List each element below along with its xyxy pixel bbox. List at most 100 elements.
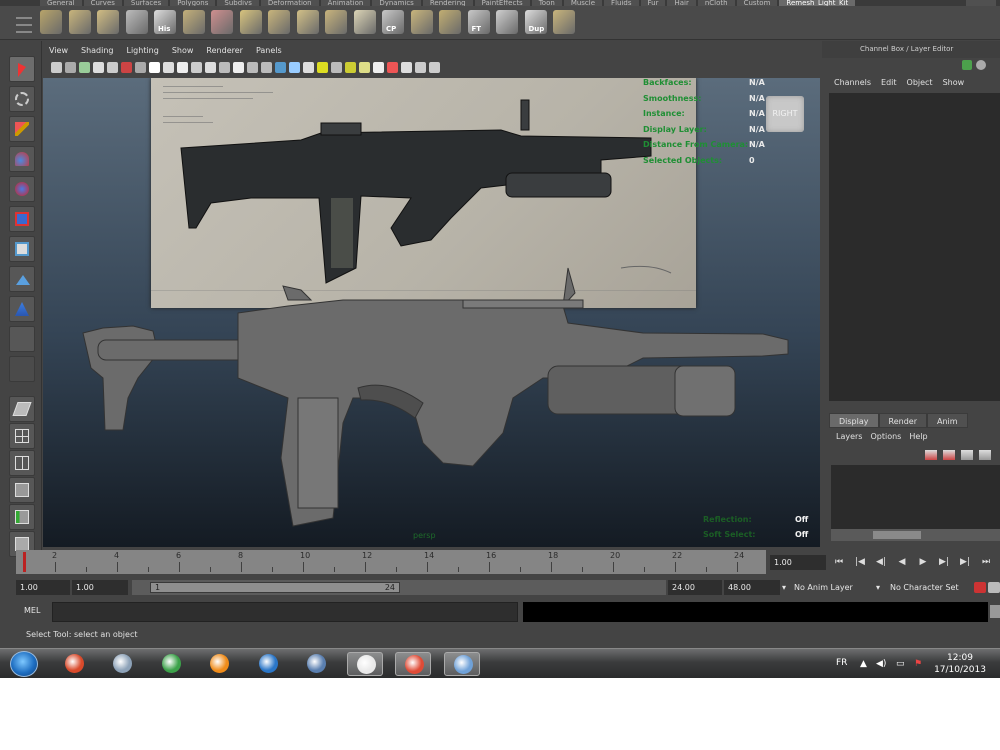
channel-menu-edit[interactable]: Edit (881, 76, 897, 90)
universal-manipulator-icon[interactable] (9, 236, 35, 262)
viewport-menu-panels[interactable]: Panels (256, 44, 282, 58)
auto-key-icon[interactable] (974, 582, 986, 593)
viewport-toolbar-icon[interactable] (191, 62, 202, 73)
viewport-toolbar-icon[interactable] (93, 62, 104, 73)
tab-render[interactable]: Render (878, 413, 927, 428)
scroll-thumb[interactable] (873, 531, 921, 539)
viewport-toolbar-icon[interactable] (135, 62, 146, 73)
viewport-menu-shading[interactable]: Shading (81, 44, 114, 58)
uv-icon[interactable] (353, 10, 376, 34)
viewport-menu-view[interactable]: View (49, 44, 68, 58)
channel-box-body[interactable] (829, 93, 1000, 401)
new-layer-icon[interactable] (925, 450, 937, 460)
channel-menu-channels[interactable]: Channels (834, 76, 871, 90)
persp-graph-layout-icon[interactable] (9, 477, 35, 503)
viewport-toolbar-icon[interactable] (331, 62, 342, 73)
layer-menu-layers[interactable]: Layers (836, 430, 862, 444)
duplicate-icon[interactable]: Dup (524, 10, 547, 34)
viewport-toolbar-icon[interactable] (317, 62, 328, 73)
move-layer-down-icon[interactable] (979, 450, 991, 460)
script-editor-icon[interactable] (990, 605, 1000, 618)
move-layer-up-icon[interactable] (961, 450, 973, 460)
network-icon[interactable]: ▭ (896, 659, 905, 669)
cube-icon[interactable] (296, 10, 319, 34)
channel-box-tools[interactable] (958, 60, 996, 72)
range-handle[interactable]: 1 24 (150, 582, 400, 593)
viewport-toolbar-icon[interactable] (289, 62, 300, 73)
ccleaner-icon[interactable] (250, 652, 286, 676)
plane-icon[interactable] (268, 10, 290, 34)
persp-viewport[interactable]: Backfaces: N/A Smoothness: N/A Instance: N/A D… (43, 78, 820, 547)
mel-input[interactable] (52, 602, 518, 622)
character-set-dropdown-icon[interactable]: ▾ (876, 580, 888, 595)
layer-icon[interactable] (496, 10, 518, 34)
extrude-icon[interactable] (97, 10, 119, 34)
viewport-toolbar-icon[interactable] (261, 62, 272, 73)
tab-anim[interactable]: Anim (926, 413, 968, 428)
animation-start-field[interactable]: 1.00 (16, 580, 70, 595)
step-back-key-icon[interactable]: |◀ (851, 555, 869, 570)
viewport-toolbar-icon[interactable] (107, 62, 118, 73)
time-slider[interactable]: 2 4 6 8 10 12 14 16 18 20 22 24 (16, 550, 766, 574)
animation-end-field[interactable]: 48.00 (724, 580, 780, 595)
viewport-toolbar-icon[interactable] (415, 62, 426, 73)
viewport-toolbar-icon[interactable] (345, 62, 356, 73)
current-time-marker[interactable] (23, 552, 26, 572)
rotate-tool-icon[interactable] (9, 176, 35, 202)
bevel-icon[interactable] (125, 10, 148, 34)
range-slider[interactable]: 1 24 (132, 580, 666, 595)
anim-layer-dropdown-icon[interactable]: ▾ (782, 580, 794, 595)
freeze-transform-icon[interactable]: FT (467, 10, 490, 34)
shelf-grip-icon[interactable] (16, 12, 32, 38)
channel-menu-show[interactable]: Show (943, 76, 965, 90)
viewport-toolbar-icon[interactable] (429, 62, 440, 73)
step-forward-frame-icon[interactable]: ▶| (935, 555, 953, 570)
viewport-toolbar-icon[interactable] (65, 62, 76, 73)
four-pane-layout-icon[interactable] (9, 423, 35, 449)
merge-icon[interactable] (182, 10, 205, 34)
show-manipulator-icon[interactable] (9, 296, 35, 322)
step-back-frame-icon[interactable]: ◀| (872, 555, 890, 570)
new-layer-from-selected-icon[interactable] (943, 450, 955, 460)
go-to-end-icon[interactable]: ⏭ (977, 555, 995, 570)
viewport-toolbar-icon[interactable] (163, 62, 174, 73)
viewport-toolbar-icon[interactable] (233, 62, 244, 73)
viewport-toolbar-icon[interactable] (247, 62, 258, 73)
side-by-side-layout-icon[interactable] (9, 450, 35, 476)
last-tool-icon[interactable] (9, 326, 35, 352)
paint-select-tool-icon[interactable] (9, 116, 35, 142)
center-pivot-icon[interactable]: CP (382, 10, 404, 34)
app-globe-icon[interactable] (153, 652, 189, 676)
preferences-icon[interactable] (988, 582, 1000, 593)
move-tool-icon[interactable] (9, 146, 35, 172)
character-set-dropdown[interactable]: No Character Set (890, 580, 972, 595)
mel-label[interactable]: MEL (24, 606, 40, 615)
viewport-menu-show[interactable]: Show (172, 44, 194, 58)
app-3d-icon[interactable] (56, 652, 92, 676)
play-backwards-icon[interactable]: ◀ (893, 555, 911, 570)
x-app-icon[interactable] (298, 652, 334, 676)
soft-mod-icon[interactable] (9, 266, 35, 292)
system-clock[interactable]: 12:09 17/10/2013 (930, 652, 990, 676)
single-pane-layout-icon[interactable] (9, 396, 35, 422)
viewport-toolbar-icon[interactable] (387, 62, 398, 73)
layer-list[interactable] (831, 465, 1000, 529)
cone-icon[interactable] (553, 10, 575, 34)
language-indicator[interactable]: FR (836, 658, 847, 668)
layer-menu-help[interactable]: Help (909, 430, 927, 444)
viewport-toolbar-icon[interactable] (401, 62, 412, 73)
lasso-tool-icon[interactable] (9, 86, 35, 112)
channel-tool-icon[interactable] (962, 60, 972, 70)
view-cube[interactable]: RIGHT (766, 96, 804, 132)
persp-outliner-layout-icon[interactable] (9, 504, 35, 530)
maya-icon[interactable] (347, 652, 383, 676)
start-button[interactable] (10, 651, 38, 677)
viewport-toolbar-icon[interactable] (373, 62, 384, 73)
channel-menu-object[interactable]: Object (907, 76, 933, 90)
go-to-start-icon[interactable]: ⏮ (830, 555, 848, 570)
layer-menu-options[interactable]: Options (870, 430, 901, 444)
grid-icon[interactable] (239, 10, 262, 34)
step-forward-key-icon[interactable]: ▶| (956, 555, 974, 570)
play-forwards-icon[interactable]: ▶ (914, 555, 932, 570)
split-icon[interactable] (211, 10, 233, 34)
